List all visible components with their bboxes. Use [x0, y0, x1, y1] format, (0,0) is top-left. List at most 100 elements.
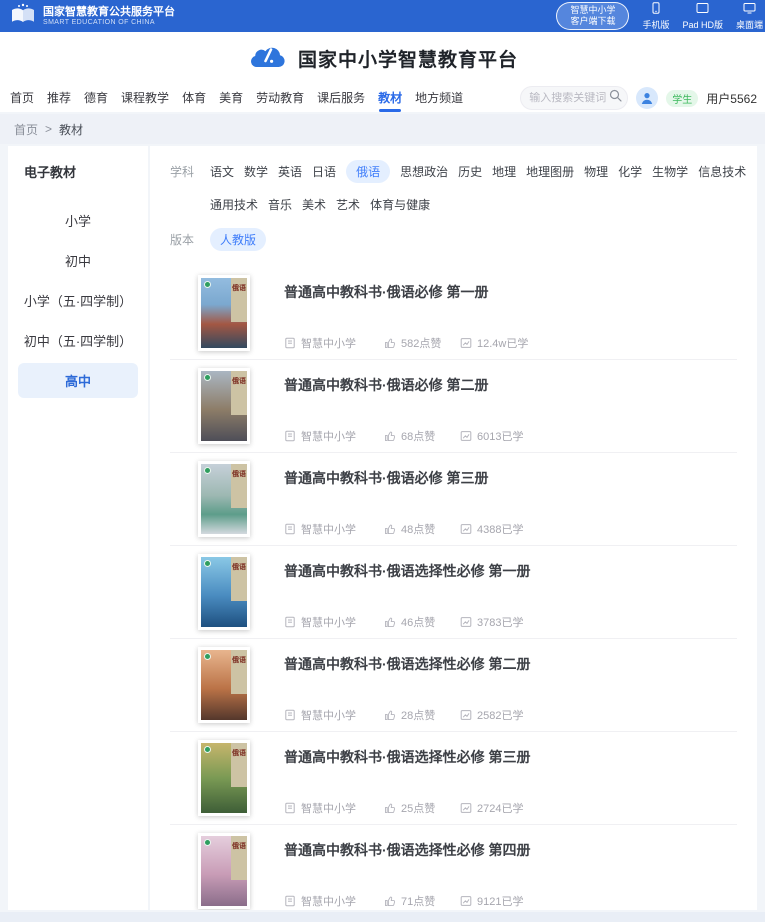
- subject-filter-item[interactable]: 地理图册: [526, 160, 574, 183]
- book-meta: 智慧中小学 25点赞 2724已学: [284, 800, 737, 816]
- subject-filter-item[interactable]: 语文: [210, 160, 234, 183]
- book-item[interactable]: 俄语 普通高中教科书·俄语选择性必修 第一册 智慧中小学: [170, 546, 737, 639]
- top-bar: 国家智慧教育公共服务平台 SMART EDUCATION OF CHINA 智慧…: [0, 0, 765, 32]
- publisher-logo-dot: [204, 746, 211, 753]
- book-item[interactable]: 俄语 普通高中教科书·俄语必修 第三册 智慧中小学: [170, 453, 737, 546]
- nav-item[interactable]: 地方频道: [413, 86, 465, 114]
- likes-meta: 48点赞: [384, 521, 460, 537]
- subject-filter-item[interactable]: 物理: [584, 160, 608, 183]
- book-cover[interactable]: 俄语: [198, 740, 250, 816]
- subject-filter-item[interactable]: 生物学: [652, 160, 688, 183]
- nav-item[interactable]: 课程教学: [119, 86, 171, 114]
- subject-filter-item[interactable]: 通用技术: [210, 193, 258, 216]
- publisher-icon: [284, 337, 296, 349]
- cover-title-strip: 俄语: [231, 278, 247, 322]
- book-info: 普通高中教科书·俄语选择性必修 第二册 智慧中小学 28点赞: [284, 647, 737, 723]
- sidebar-items: 小学 初中 小学（五·四学制） 初中（五·四学制） 高中: [18, 203, 138, 398]
- learners-icon: [460, 430, 472, 442]
- publisher-meta: 智慧中小学: [284, 614, 384, 630]
- username[interactable]: 用户5562: [706, 90, 757, 107]
- book-title[interactable]: 普通高中教科书·俄语选择性必修 第一册: [284, 561, 737, 581]
- sidebar-item[interactable]: 初中: [18, 243, 138, 278]
- nav-item[interactable]: 劳动教育: [254, 86, 306, 114]
- book-title[interactable]: 普通高中教科书·俄语必修 第一册: [284, 282, 737, 302]
- book-title[interactable]: 普通高中教科书·俄语必修 第三册: [284, 468, 737, 488]
- nav-item-label: 教材: [378, 91, 402, 105]
- cover-subject-label: 俄语: [231, 843, 247, 851]
- likes-label: 68点赞: [401, 428, 435, 444]
- book-item[interactable]: 俄语 普通高中教科书·俄语必修 第一册 智慧中小学: [170, 267, 737, 360]
- book-cover[interactable]: 俄语: [198, 833, 250, 909]
- sidebar-item[interactable]: 初中（五·四学制）: [18, 323, 138, 358]
- likes-meta: 25点赞: [384, 800, 460, 816]
- book-cover[interactable]: 俄语: [198, 554, 250, 630]
- subject-filter-item[interactable]: 历史: [458, 160, 482, 183]
- book-info: 普通高中教科书·俄语选择性必修 第三册 智慧中小学 25点赞: [284, 740, 737, 816]
- subject-filter-item[interactable]: 信息技术: [698, 160, 746, 183]
- book-info: 普通高中教科书·俄语必修 第一册 智慧中小学 582点赞: [284, 275, 737, 351]
- nav-item[interactable]: 课后服务: [315, 86, 367, 114]
- sidebar-item[interactable]: 小学（五·四学制）: [18, 283, 138, 318]
- book-cover[interactable]: 俄语: [198, 368, 250, 444]
- user-avatar[interactable]: [636, 87, 658, 109]
- book-meta: 智慧中小学 46点赞 3783已学: [284, 614, 737, 630]
- sidebar-item[interactable]: 高中: [18, 363, 138, 398]
- subject-filter-item[interactable]: 音乐: [268, 193, 292, 216]
- client-download-button[interactable]: 智慧中小学 客户端下载: [556, 2, 629, 31]
- nav-item[interactable]: 推荐: [45, 86, 73, 114]
- mobile-version-link[interactable]: 手机版: [642, 2, 669, 31]
- book-title[interactable]: 普通高中教科书·俄语选择性必修 第三册: [284, 747, 737, 767]
- publisher-meta: 智慧中小学: [284, 707, 384, 723]
- cover-title-strip: 俄语: [231, 464, 247, 508]
- nav-item[interactable]: 德育: [82, 86, 110, 114]
- subject-filter-item[interactable]: 艺术: [336, 193, 360, 216]
- likes-meta: 71点赞: [384, 893, 460, 909]
- desktop-version-link[interactable]: 桌面端: [736, 2, 763, 31]
- subject-filter-item[interactable]: 美术: [302, 193, 326, 216]
- platform-logo[interactable]: 国家智慧教育公共服务平台 SMART EDUCATION OF CHINA: [10, 3, 175, 30]
- cover-title-strip: 俄语: [231, 557, 247, 601]
- studied-meta: 3783已学: [460, 614, 523, 630]
- sidebar: 电子教材 小学 初中 小学（五·四学制） 初中（五·四学制） 高中: [8, 146, 148, 910]
- book-title[interactable]: 普通高中教科书·俄语选择性必修 第二册: [284, 654, 737, 674]
- book-title[interactable]: 普通高中教科书·俄语必修 第二册: [284, 375, 737, 395]
- book-cover[interactable]: 俄语: [198, 275, 250, 351]
- subject-filter-item[interactable]: 体育与健康: [370, 193, 430, 216]
- publisher-meta: 智慧中小学: [284, 800, 384, 816]
- nav-item-label: 地方频道: [415, 91, 463, 105]
- site-title: 国家中小学智慧教育平台: [298, 45, 518, 72]
- book-item[interactable]: 俄语 普通高中教科书·俄语选择性必修 第三册 智慧中小学: [170, 732, 737, 825]
- book-item[interactable]: 俄语 普通高中教科书·俄语选择性必修 第二册 智慧中小学: [170, 639, 737, 732]
- subject-filter-item[interactable]: 化学: [618, 160, 642, 183]
- subject-filter-item[interactable]: 地理: [492, 160, 516, 183]
- book-title[interactable]: 普通高中教科书·俄语选择性必修 第四册: [284, 840, 737, 860]
- subject-filter-item[interactable]: 日语: [312, 160, 336, 183]
- search-box[interactable]: [520, 86, 628, 110]
- sidebar-item[interactable]: 小学: [18, 203, 138, 238]
- subject-filter-item[interactable]: 思想政治: [400, 160, 448, 183]
- nav-item[interactable]: 美育: [217, 86, 245, 114]
- main-content: 学科 语文 数学 英语 日语 俄语 思想政治 历史 地理: [150, 146, 757, 910]
- book-info: 普通高中教科书·俄语必修 第二册 智慧中小学 68点赞: [284, 368, 737, 444]
- subject-filter-row: 学科 语文 数学 英语 日语 俄语 思想政治 历史 地理: [170, 160, 757, 226]
- subject-filter-item[interactable]: 数学: [244, 160, 268, 183]
- book-cover[interactable]: 俄语: [198, 461, 250, 537]
- book-item[interactable]: 俄语 普通高中教科书·俄语必修 第二册 智慧中小学: [170, 360, 737, 453]
- cover-subject-label: 俄语: [231, 564, 247, 572]
- pad-version-link[interactable]: Pad HD版: [682, 2, 723, 31]
- search-input[interactable]: [529, 92, 609, 104]
- search-icon[interactable]: [609, 89, 622, 107]
- nav-item[interactable]: 首页: [8, 86, 36, 114]
- nav-item[interactable]: 教材: [376, 86, 404, 114]
- book-cover[interactable]: 俄语: [198, 647, 250, 723]
- book-item[interactable]: 俄语 普通高中教科书·俄语选择性必修 第四册 智慧中小学: [170, 825, 737, 910]
- subject-filter-item[interactable]: 俄语: [346, 160, 390, 183]
- subject-filter-item[interactable]: 英语: [278, 160, 302, 183]
- sidebar-title: 电子教材: [24, 162, 138, 181]
- publisher-label: 智慧中小学: [301, 893, 356, 909]
- nav-item[interactable]: 体育: [180, 86, 208, 114]
- breadcrumb-home[interactable]: 首页: [14, 121, 38, 138]
- version-filter-item[interactable]: 人教版: [210, 228, 266, 251]
- publisher-meta: 智慧中小学: [284, 893, 384, 909]
- tablet-icon: [696, 2, 709, 16]
